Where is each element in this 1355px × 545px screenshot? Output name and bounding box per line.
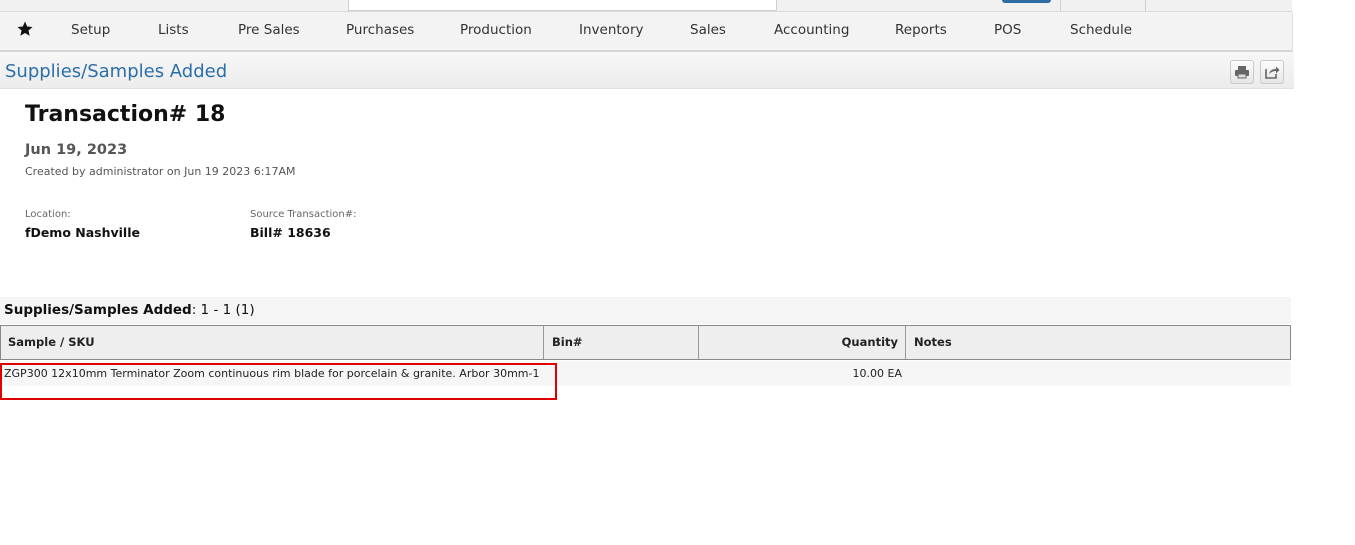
- top-action-button[interactable]: [1002, 0, 1051, 3]
- column-notes[interactable]: Notes: [914, 326, 952, 359]
- source-transaction-link[interactable]: Bill# 18636: [250, 225, 331, 240]
- nav-purchases[interactable]: Purchases: [346, 12, 414, 50]
- nav-inventory[interactable]: Inventory: [579, 12, 643, 50]
- cell-sku[interactable]: ZGP300 12x10mm Terminator Zoom continuou…: [4, 367, 539, 380]
- column-quantity[interactable]: Quantity: [698, 326, 898, 359]
- location-value: fDemo Nashville: [25, 225, 140, 240]
- table-row[interactable]: ZGP300 12x10mm Terminator Zoom continuou…: [0, 361, 1291, 386]
- source-transaction-label: Source Transaction#:: [250, 209, 357, 220]
- nav-pre-sales[interactable]: Pre Sales: [238, 12, 300, 50]
- nav-lists[interactable]: Lists: [158, 12, 189, 50]
- share-icon: [1265, 66, 1280, 79]
- transaction-title: Transaction# 18: [25, 102, 226, 127]
- share-button[interactable]: [1260, 60, 1284, 84]
- top-divider: [1060, 0, 1061, 11]
- print-icon: [1235, 66, 1249, 79]
- top-divider: [1145, 0, 1146, 11]
- created-by-text: Created by administrator on Jun 19 2023 …: [25, 165, 296, 178]
- nav-accounting[interactable]: Accounting: [774, 12, 849, 50]
- column-bin[interactable]: Bin#: [552, 326, 583, 359]
- nav-sales[interactable]: Sales: [690, 12, 726, 50]
- cell-quantity: 10.00 EA: [852, 367, 902, 380]
- transaction-date: Jun 19, 2023: [25, 142, 128, 158]
- star-icon[interactable]: [16, 20, 34, 38]
- top-search-field[interactable]: [348, 0, 777, 11]
- location-label: Location:: [25, 209, 71, 220]
- section-count: : 1 - 1 (1): [191, 302, 255, 318]
- column-divider: [905, 326, 906, 359]
- table-header: Sample / SKU Bin# Quantity Notes: [0, 325, 1291, 360]
- page-title: Supplies/Samples Added: [5, 61, 228, 82]
- section-header: Supplies/Samples Added: 1 - 1 (1): [0, 297, 1291, 324]
- print-button[interactable]: [1230, 60, 1254, 84]
- column-sample-sku[interactable]: Sample / SKU: [8, 326, 95, 359]
- nav-setup[interactable]: Setup: [71, 12, 110, 50]
- main-nav: Setup Lists Pre Sales Purchases Producti…: [0, 12, 1293, 52]
- page-header: Supplies/Samples Added: [0, 52, 1294, 89]
- section-title-label: Supplies/Samples Added: [4, 302, 192, 318]
- section-title: Supplies/Samples Added: 1 - 1 (1): [4, 302, 255, 318]
- nav-reports[interactable]: Reports: [895, 12, 947, 50]
- nav-pos[interactable]: POS: [994, 12, 1021, 50]
- nav-schedule[interactable]: Schedule: [1070, 12, 1132, 50]
- column-divider: [543, 326, 544, 359]
- nav-production[interactable]: Production: [460, 12, 532, 50]
